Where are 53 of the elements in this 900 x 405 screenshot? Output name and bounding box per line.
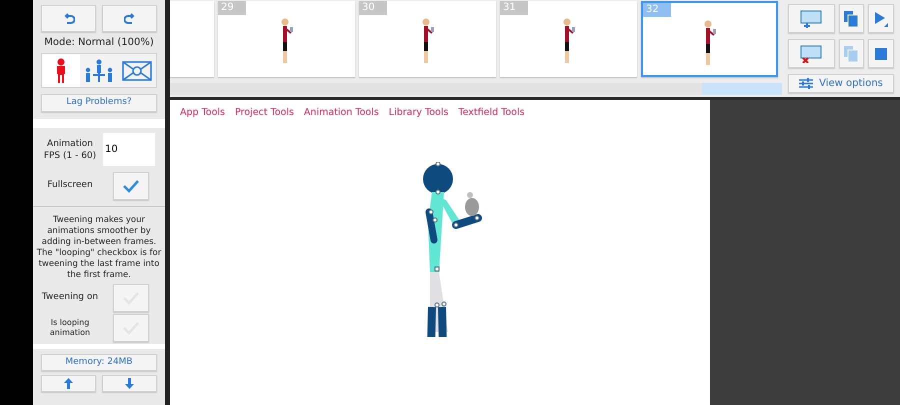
redo-button[interactable] — [102, 5, 157, 32]
looping-checkbox[interactable] — [113, 314, 149, 342]
menu-link[interactable]: Animation Tools — [304, 106, 379, 120]
mode-tab[interactable] — [42, 54, 80, 87]
tweening-label: Tweening on — [41, 291, 99, 304]
stop-button[interactable] — [868, 39, 894, 68]
delete-frame-button[interactable] — [788, 39, 835, 68]
menu-link[interactable]: Project Tools — [234, 106, 294, 120]
frames-scrollbar[interactable] — [170, 83, 782, 95]
stick-figure-thumbnail — [702, 20, 716, 66]
arrow-up-icon — [64, 378, 73, 389]
menu-link[interactable]: Library Tools — [388, 106, 448, 120]
stage-canvas[interactable]: App Tools Project Tools Animation Tools Library Tools Textfield Tools — [170, 100, 710, 405]
copy-icon — [844, 46, 858, 62]
copy-frame-button[interactable] — [838, 4, 864, 33]
stick-figure-thumbnail — [562, 18, 576, 64]
arrow-down-icon — [125, 378, 134, 389]
mode-tab[interactable] — [80, 54, 118, 87]
frame-number: 30 — [359, 1, 387, 15]
tweening-help-text: Tweening makes your animations smoother by adding in-between frames. The "looping" checkbox is for tweening the last frame into the first frame. — [36, 215, 162, 281]
mode-tab[interactable] — [118, 54, 156, 87]
frame-number: 31 — [500, 1, 528, 15]
fps-label: Animation FPS (1 - 60) — [42, 138, 98, 162]
stick-figure-thumbnail — [280, 18, 294, 64]
fullscreen-label: Fullscreen — [46, 179, 94, 192]
play-icon — [874, 10, 888, 26]
stick-figure-thumbnail — [420, 18, 434, 64]
redo-icon — [124, 12, 136, 24]
scrollbar-thumb[interactable] — [702, 83, 782, 95]
add-frame-button[interactable] — [788, 4, 835, 33]
frame-number: 29 — [218, 1, 246, 15]
fullscreen-checkbox[interactable] — [113, 172, 149, 200]
move-down-button[interactable] — [102, 375, 157, 392]
mode-label: Mode: Normal (100%) — [43, 36, 155, 50]
view-options-button[interactable]: View options — [788, 74, 894, 93]
fps-field[interactable]: 10 — [103, 133, 155, 166]
person-icon — [54, 58, 68, 84]
looping-label: Is looping animation — [48, 318, 92, 338]
lag-problems-button[interactable]: Lag Problems? — [41, 94, 157, 112]
checkmark-icon — [122, 179, 140, 193]
sliders-icon — [799, 78, 814, 89]
menu-link[interactable]: Textfield Tools — [458, 106, 525, 120]
memory-button[interactable]: Memory: 24MB — [41, 354, 157, 371]
stop-icon — [875, 48, 888, 60]
move-up-button[interactable] — [41, 375, 96, 392]
copy-icon — [844, 10, 858, 26]
frame-number: 32 — [643, 3, 671, 17]
people-group-icon — [83, 58, 115, 82]
tweening-checkbox[interactable] — [113, 284, 149, 312]
undo-button[interactable] — [41, 5, 96, 32]
play-button[interactable] — [868, 4, 894, 33]
undo-icon — [62, 12, 74, 24]
menu-link[interactable]: App Tools — [180, 106, 225, 120]
